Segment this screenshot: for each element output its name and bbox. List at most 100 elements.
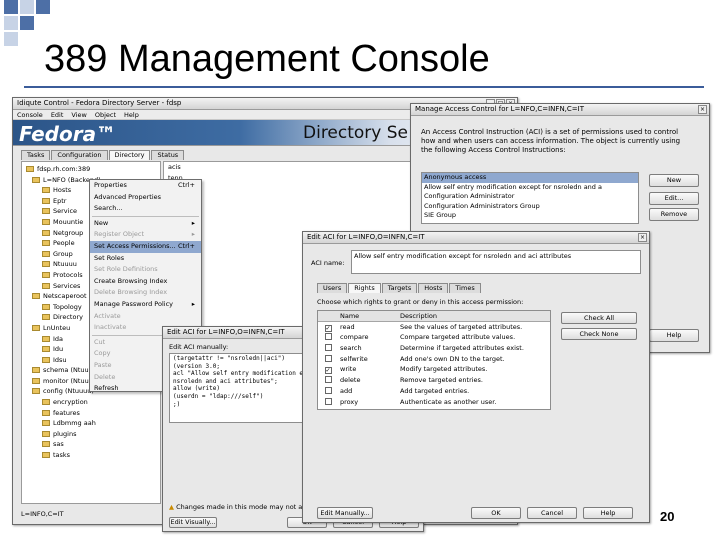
folder-icon	[42, 197, 50, 204]
menu-item-properties[interactable]: Properties Ctrl+	[90, 180, 201, 192]
decor-square	[4, 16, 18, 30]
edit-aci-titlebar[interactable]: Edit ACI for L=INFO,O=INFN,C=IT ×	[303, 232, 649, 244]
menu-help[interactable]: Help	[124, 110, 139, 119]
table-row[interactable]: add Add targeted entries.	[318, 386, 550, 397]
warning-icon: ▲	[169, 503, 174, 511]
check-all-button[interactable]: Check All	[561, 312, 637, 324]
folder-icon	[42, 356, 50, 363]
remove-button[interactable]: Remove	[649, 208, 699, 221]
tab-status[interactable]: Status	[151, 150, 185, 160]
table-row[interactable]: compare Compare targeted attribute values…	[318, 332, 550, 343]
right-checkbox[interactable]	[324, 354, 332, 362]
tree-node[interactable]: fdsp.rh.com:389	[24, 164, 158, 175]
edit-manually-button[interactable]: Edit Manually...	[317, 507, 373, 519]
server-icon	[26, 166, 34, 172]
tree-node[interactable]: features	[24, 408, 158, 419]
right-checkbox[interactable]	[324, 397, 332, 405]
right-checkbox[interactable]	[324, 376, 332, 384]
right-checkbox[interactable]	[324, 333, 332, 341]
tab-rights[interactable]: Rights	[348, 283, 381, 293]
tab-tasks[interactable]: Tasks	[21, 150, 51, 160]
manage-dialog-titlebar[interactable]: Manage Access Control for L=NFO,C=INFN,C…	[411, 104, 709, 116]
list-item[interactable]: Configuration Administrator	[422, 192, 638, 202]
folder-icon	[32, 293, 40, 300]
menu-item-set-access-permissions[interactable]: Set Access Permissions... Ctrl+	[90, 240, 201, 253]
manual-dialog-title: Edit ACI for L=INFO,O=INFN,C=IT	[167, 328, 285, 336]
decor-square	[20, 0, 34, 14]
tree-node[interactable]: Ldbmmg aah	[24, 418, 158, 429]
folder-icon	[42, 218, 50, 225]
menu-item-set-role-definitions[interactable]: Set Role Definitions	[90, 264, 201, 276]
table-row[interactable]: ✓ write Modify targeted attributes.	[318, 364, 550, 375]
table-row[interactable]: search Determine if targeted attributes e…	[318, 343, 550, 354]
right-checkbox[interactable]: ✓	[324, 367, 332, 375]
folder-icon	[42, 314, 50, 321]
rights-instruction: Choose which rights to grant or deny in …	[317, 298, 524, 306]
tab-users[interactable]: Users	[317, 283, 348, 293]
folder-icon	[42, 441, 50, 448]
menu-view[interactable]: View	[71, 110, 86, 119]
menu-item-manage-password-policy[interactable]: Manage Password Policy ▸	[90, 299, 201, 311]
menu-item-new[interactable]: New ▸	[90, 218, 201, 230]
tab-targets[interactable]: Targets	[381, 283, 418, 293]
right-checkbox[interactable]	[324, 386, 332, 394]
menu-item-register-object[interactable]: Register Object ▸	[90, 229, 201, 241]
menu-item-set-roles[interactable]: Set Roles	[90, 253, 201, 265]
menu-item-activate[interactable]: Activate	[90, 311, 201, 323]
submenu-arrow-icon: ▸	[191, 218, 195, 227]
folder-icon	[42, 261, 50, 268]
edit-button[interactable]: Edit...	[649, 192, 699, 205]
folder-icon	[42, 399, 50, 406]
column-header[interactable]: Name	[338, 311, 398, 321]
decor-square	[20, 16, 34, 30]
list-item[interactable]: Allow self entry modification except for…	[422, 183, 638, 193]
tree-node[interactable]: tasks	[24, 450, 158, 461]
list-item[interactable]: SIE Group	[422, 211, 638, 221]
manage-dialog-title: Manage Access Control for L=NFO,C=INFN,C…	[415, 105, 584, 113]
decor-square	[36, 0, 50, 14]
tab-configuration[interactable]: Configuration	[51, 150, 108, 160]
aci-name-field[interactable]: Allow self entry modification except for…	[351, 250, 641, 274]
tree-node[interactable]: plugins	[24, 429, 158, 440]
list-item[interactable]: Configuration Administrators Group	[422, 202, 638, 212]
column-header[interactable]: Description	[398, 311, 550, 321]
edit-visually-button[interactable]: Edit Visually...	[169, 517, 217, 528]
ok-button[interactable]: OK	[471, 507, 521, 519]
help-button[interactable]: Help	[583, 507, 633, 519]
tab-directory[interactable]: Directory	[108, 150, 151, 160]
table-row[interactable]: ✓ read See the values of targeted attribut…	[318, 322, 550, 333]
tree-node[interactable]: encryption	[24, 397, 158, 408]
menu-item-create-browsing-index[interactable]: Create Browsing Index	[90, 276, 201, 288]
right-checkbox[interactable]: ✓	[324, 324, 332, 332]
menu-item-advanced-properties[interactable]: Advanced Properties	[90, 192, 201, 204]
folder-icon	[32, 367, 40, 374]
folder-icon	[32, 388, 40, 395]
decor-square	[4, 0, 18, 14]
close-icon[interactable]: ×	[698, 105, 707, 114]
aci-code-editor[interactable]: (targetattr != "nsroledn||aci") (version…	[169, 353, 319, 423]
help-button[interactable]: Help	[649, 329, 699, 342]
check-none-button[interactable]: Check None	[561, 328, 637, 340]
close-icon[interactable]: ×	[638, 233, 647, 242]
table-header: Name Description	[318, 311, 550, 322]
edit-aci-dialog: Edit ACI for L=INFO,O=INFN,C=IT × ACI na…	[302, 231, 650, 523]
menu-item-delete-browsing-index[interactable]: Delete Browsing Index	[90, 287, 201, 299]
menu-edit[interactable]: Edit	[51, 110, 64, 119]
list-item[interactable]: Anonymous access	[422, 173, 638, 183]
menu-console[interactable]: Console	[17, 110, 43, 119]
tree-node[interactable]: sas	[24, 439, 158, 450]
table-row[interactable]: delete Remove targeted entries.	[318, 375, 550, 386]
table-row[interactable]: proxy Authenticate as another user.	[318, 397, 550, 408]
table-row[interactable]: selfwrite Add one's own DN to the target.	[318, 354, 550, 365]
tab-times[interactable]: Times	[449, 283, 481, 293]
menu-object[interactable]: Object	[95, 110, 116, 119]
right-checkbox[interactable]	[324, 344, 332, 352]
cancel-button[interactable]: Cancel	[527, 507, 577, 519]
tab-hosts[interactable]: Hosts	[418, 283, 449, 293]
folder-icon	[42, 229, 50, 236]
new-button[interactable]: New	[649, 174, 699, 187]
folder-icon	[32, 324, 40, 331]
menu-item-search[interactable]: Search...	[90, 203, 201, 215]
slide-number: 20	[660, 509, 675, 524]
column-header	[318, 311, 338, 321]
